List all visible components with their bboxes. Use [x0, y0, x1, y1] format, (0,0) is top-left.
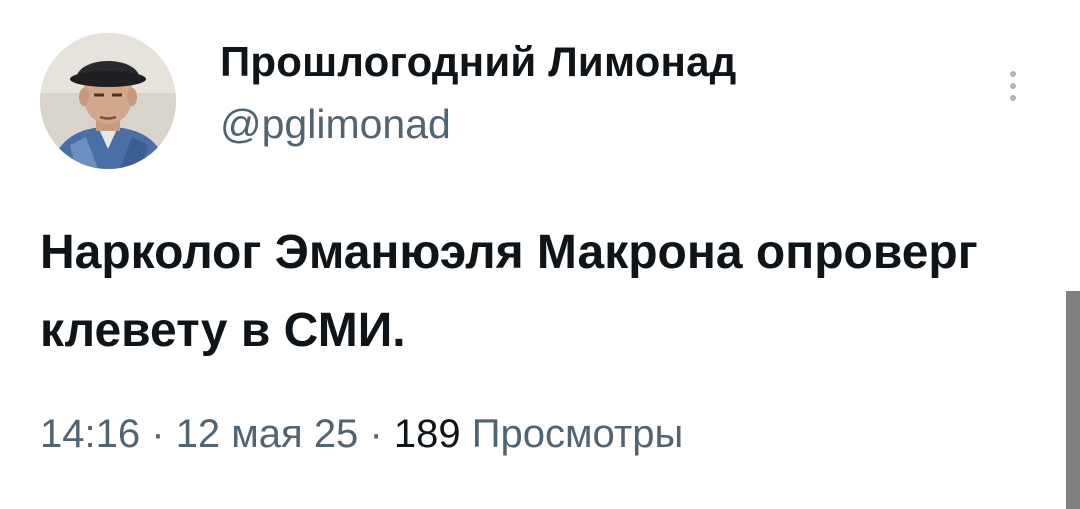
author-avatar[interactable] — [40, 33, 176, 169]
meta-separator: · — [151, 412, 165, 456]
vertical-dots-icon — [1010, 71, 1016, 77]
tweet-card: Прошлогодний Лимонад @pglimonad Нарколог… — [0, 0, 1080, 509]
more-options-button[interactable] — [998, 63, 1028, 109]
man-in-cap-avatar-image — [40, 33, 176, 169]
tweet-date[interactable]: 12 мая 25 — [176, 412, 359, 456]
author-handle[interactable]: @pglimonad — [220, 101, 451, 148]
vertical-dots-icon-dot-2 — [1010, 83, 1016, 89]
views-label[interactable]: Просмотры — [472, 412, 683, 456]
tweet-text: Нарколог Эманюэля Макрона опроверг клеве… — [40, 226, 978, 357]
views-count: 189 — [393, 412, 461, 456]
tweet-meta: 14:16 · 12 мая 25 · 189 Просмотры — [40, 412, 683, 457]
author-display-name[interactable]: Прошлогодний Лимонад — [220, 38, 737, 86]
tweet-time[interactable]: 14:16 — [40, 412, 140, 456]
vertical-dots-icon-dot-3 — [1010, 95, 1016, 101]
meta-separator-2: · — [369, 412, 383, 456]
scrollbar[interactable] — [1066, 291, 1080, 509]
